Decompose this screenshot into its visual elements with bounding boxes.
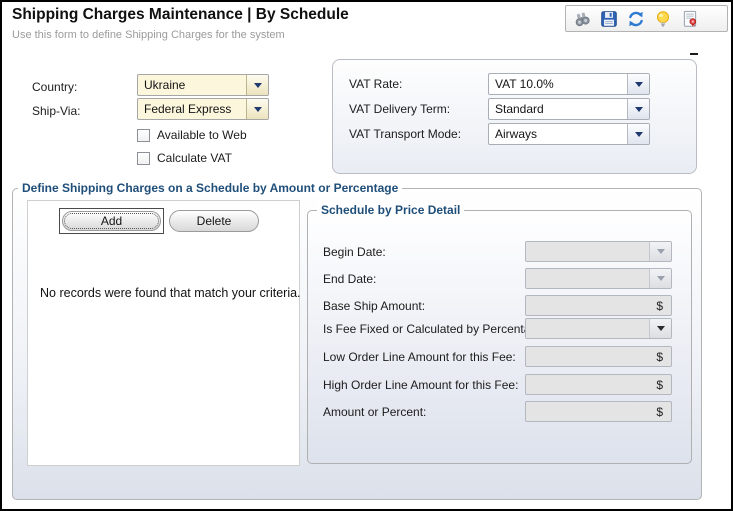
high-order-line-amount-label: High Order Line Amount for this Fee: xyxy=(323,378,526,392)
page-subtitle: Use this form to define Shipping Charges… xyxy=(12,29,285,41)
find-icon[interactable] xyxy=(573,10,591,28)
low-order-line-amount-input[interactable]: $ xyxy=(525,346,672,367)
country-select[interactable]: Ukraine xyxy=(137,74,269,96)
vat-delivery-term-value: Standard xyxy=(489,102,627,116)
report-icon[interactable] xyxy=(681,10,699,28)
ship-via-value: Federal Express xyxy=(138,102,246,116)
app-window: Shipping Charges Maintenance | By Schedu… xyxy=(0,0,733,511)
amount-or-percent-input[interactable]: $ xyxy=(525,401,672,422)
empty-records-message: No records were found that match your cr… xyxy=(40,286,301,300)
chevron-down-icon xyxy=(635,82,643,87)
available-to-web-checkbox[interactable] xyxy=(137,129,150,142)
available-to-web-label: Available to Web xyxy=(157,128,247,142)
vat-delivery-term-label: VAT Delivery Term: xyxy=(349,102,450,116)
fee-fixed-or-percentage-select[interactable] xyxy=(525,318,672,339)
currency-suffix: $ xyxy=(656,350,663,364)
vat-rate-dropdown-button[interactable] xyxy=(627,74,649,94)
price-detail-panel: Begin Date: End Date: Base Ship Amount: … xyxy=(307,210,692,464)
chevron-down-icon xyxy=(657,276,665,281)
vat-transport-mode-value: Airways xyxy=(489,127,627,141)
ship-via-label: Ship-Via: xyxy=(32,104,80,118)
fee-fixed-or-percentage-dropdown-button[interactable] xyxy=(649,319,671,338)
begin-date-select[interactable] xyxy=(525,241,672,262)
country-value: Ukraine xyxy=(138,78,246,92)
toolbar xyxy=(565,5,728,32)
chevron-down-icon xyxy=(635,107,643,112)
vat-delivery-term-select[interactable]: Standard xyxy=(488,98,650,120)
add-button-focus-frame: Add xyxy=(59,208,164,234)
delete-button[interactable]: Delete xyxy=(169,210,259,232)
end-date-dropdown-button[interactable] xyxy=(649,269,671,288)
calculate-vat-checkbox[interactable] xyxy=(137,152,150,165)
price-detail-legend: Schedule by Price Detail xyxy=(317,203,464,217)
chevron-down-icon xyxy=(254,83,262,88)
base-ship-amount-input[interactable]: $ xyxy=(525,295,672,316)
chevron-down-icon xyxy=(657,326,665,331)
end-date-select[interactable] xyxy=(525,268,672,289)
high-order-line-amount-input[interactable]: $ xyxy=(525,374,672,395)
ship-via-select[interactable]: Federal Express xyxy=(137,98,269,120)
vat-delivery-term-dropdown-button[interactable] xyxy=(627,99,649,119)
schedule-records-list[interactable] xyxy=(27,200,300,466)
add-button[interactable]: Add xyxy=(62,211,161,231)
chevron-down-icon xyxy=(635,132,643,137)
page-title: Shipping Charges Maintenance | By Schedu… xyxy=(12,6,349,24)
refresh-icon[interactable] xyxy=(627,10,645,28)
fee-fixed-or-percentage-label: Is Fee Fixed or Calculated by Percentage… xyxy=(323,322,526,336)
save-icon[interactable] xyxy=(600,10,618,28)
begin-date-label: Begin Date: xyxy=(323,245,526,259)
chevron-down-icon xyxy=(657,249,665,254)
end-date-label: End Date: xyxy=(323,272,526,286)
vat-rate-label: VAT Rate: xyxy=(349,77,402,91)
currency-suffix: $ xyxy=(656,405,663,419)
chevron-down-icon xyxy=(254,107,262,112)
schedule-section-legend: Define Shipping Charges on a Schedule by… xyxy=(18,181,402,195)
available-to-web-row: Available to Web xyxy=(137,128,247,142)
ship-via-dropdown-button[interactable] xyxy=(246,99,268,119)
calculate-vat-label: Calculate VAT xyxy=(157,151,232,165)
vat-rate-value: VAT 10.0% xyxy=(489,77,627,91)
base-ship-amount-label: Base Ship Amount: xyxy=(323,299,526,313)
begin-date-dropdown-button[interactable] xyxy=(649,242,671,261)
vat-rate-select[interactable]: VAT 10.0% xyxy=(488,73,650,95)
amount-or-percent-label: Amount or Percent: xyxy=(323,405,526,419)
country-label: Country: xyxy=(32,80,77,94)
calculate-vat-row: Calculate VAT xyxy=(137,151,232,165)
vat-transport-mode-label: VAT Transport Mode: xyxy=(349,127,461,141)
low-order-line-amount-label: Low Order Line Amount for this Fee: xyxy=(323,350,526,364)
vat-transport-mode-select[interactable]: Airways xyxy=(488,123,650,145)
currency-suffix: $ xyxy=(656,299,663,313)
vat-panel: VAT Rate: VAT 10.0% VAT Delivery Term: S… xyxy=(332,59,697,174)
currency-suffix: $ xyxy=(656,378,663,392)
country-dropdown-button[interactable] xyxy=(246,75,268,95)
resize-grip-mark xyxy=(690,53,698,55)
vat-transport-mode-dropdown-button[interactable] xyxy=(627,124,649,144)
tip-icon[interactable] xyxy=(654,10,672,28)
